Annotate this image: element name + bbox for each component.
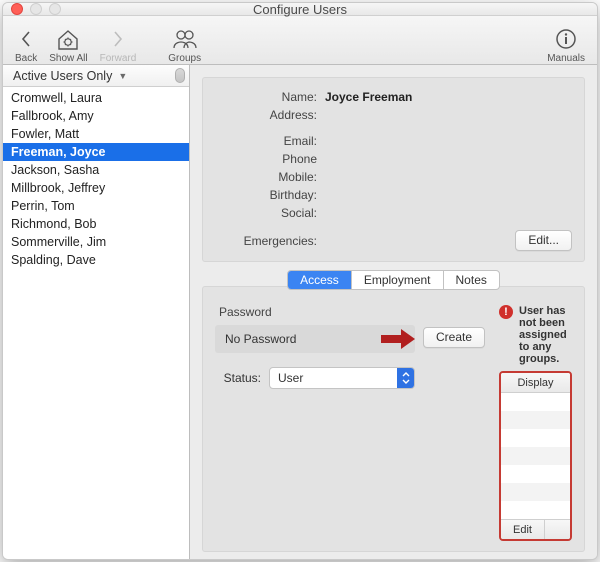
arrow-annotation bbox=[381, 329, 415, 349]
user-list-item[interactable]: Perrin, Tom bbox=[3, 197, 189, 215]
titlebar: Configure Users bbox=[3, 3, 597, 16]
social-label: Social: bbox=[215, 206, 325, 220]
groups-icon bbox=[171, 25, 199, 53]
list-item bbox=[501, 429, 570, 447]
user-list-item[interactable]: Fowler, Matt bbox=[3, 125, 189, 143]
edit-details-button[interactable]: Edit... bbox=[515, 230, 572, 251]
show-all-button[interactable]: Show All bbox=[43, 16, 93, 64]
tab-employment[interactable]: Employment bbox=[352, 271, 444, 289]
toolbar: Back Show All For bbox=[3, 16, 597, 65]
manuals-label: Manuals bbox=[547, 53, 585, 64]
chevron-right-icon bbox=[111, 25, 125, 53]
status-value: User bbox=[278, 371, 303, 385]
password-heading: Password bbox=[219, 305, 415, 319]
list-item bbox=[501, 465, 570, 483]
manuals-button[interactable]: Manuals bbox=[541, 16, 591, 64]
access-panel: Password No Password Status: User bbox=[202, 286, 585, 552]
user-list-item[interactable]: Spalding, Dave bbox=[3, 251, 189, 269]
edit-groups-button[interactable]: Edit bbox=[501, 520, 545, 539]
user-list-item[interactable]: Freeman, Joyce bbox=[3, 143, 189, 161]
window-title: Configure Users bbox=[3, 2, 597, 17]
list-item bbox=[501, 483, 570, 501]
updown-icon bbox=[397, 368, 414, 388]
info-icon bbox=[555, 25, 577, 53]
email-label: Email: bbox=[215, 134, 325, 148]
group-member-header: Display Group Member bbox=[501, 373, 570, 393]
birthday-label: Birthday: bbox=[215, 188, 325, 202]
group-warning: ! User has not been assigned to any grou… bbox=[499, 305, 572, 365]
name-value: Joyce Freeman bbox=[325, 90, 412, 104]
user-list-item[interactable]: Sommerville, Jim bbox=[3, 233, 189, 251]
emergencies-label: Emergencies: bbox=[215, 234, 325, 248]
user-list-item[interactable]: Fallbrook, Amy bbox=[3, 107, 189, 125]
list-item bbox=[501, 501, 570, 519]
group-member-box: Display Group Member Edit bbox=[499, 371, 572, 541]
content: Active Users Only ▼ Cromwell, LauraFallb… bbox=[3, 65, 597, 560]
show-all-label: Show All bbox=[49, 53, 87, 64]
user-list[interactable]: Cromwell, LauraFallbrook, AmyFowler, Mat… bbox=[3, 87, 189, 560]
status-label: Status: bbox=[215, 371, 261, 385]
back-button[interactable]: Back bbox=[9, 16, 43, 64]
user-info-box: Name:Joyce Freeman Address: Email: Phone… bbox=[202, 77, 585, 262]
name-label: Name: bbox=[215, 90, 325, 104]
group-member-footer: Edit bbox=[501, 519, 570, 539]
group-warning-text: User has not been assigned to any groups… bbox=[519, 305, 572, 365]
user-filter-label: Active Users Only bbox=[13, 69, 112, 83]
list-item bbox=[501, 393, 570, 411]
user-list-item[interactable]: Cromwell, Laura bbox=[3, 89, 189, 107]
window: Configure Users Back bbox=[2, 2, 598, 560]
user-filter-dropdown[interactable]: Active Users Only ▼ bbox=[3, 65, 189, 87]
user-list-item[interactable]: Jackson, Sasha bbox=[3, 161, 189, 179]
user-list-item[interactable]: Richmond, Bob bbox=[3, 215, 189, 233]
password-value: No Password bbox=[225, 332, 296, 346]
group-member-list[interactable] bbox=[501, 393, 570, 519]
status-select[interactable]: User bbox=[269, 367, 415, 389]
groups-button[interactable]: Groups bbox=[162, 16, 207, 64]
tab-access[interactable]: Access bbox=[288, 271, 352, 289]
chevron-down-icon: ▼ bbox=[118, 71, 127, 81]
list-item bbox=[501, 447, 570, 465]
tab-notes[interactable]: Notes bbox=[444, 271, 499, 289]
user-sidebar: Active Users Only ▼ Cromwell, LauraFallb… bbox=[3, 65, 190, 560]
address-label: Address: bbox=[215, 108, 325, 122]
chevron-left-icon bbox=[19, 25, 33, 53]
mobile-label: Mobile: bbox=[215, 170, 325, 184]
main-panel: Name:Joyce Freeman Address: Email: Phone… bbox=[190, 65, 597, 560]
create-password-button[interactable]: Create bbox=[423, 327, 485, 348]
access-right-column: ! User has not been assigned to any grou… bbox=[499, 305, 572, 541]
user-list-item[interactable]: Millbrook, Jeffrey bbox=[3, 179, 189, 197]
groups-label: Groups bbox=[168, 53, 201, 64]
home-gear-icon bbox=[55, 25, 81, 53]
list-item bbox=[501, 411, 570, 429]
section-tabs: Access Employment Notes bbox=[202, 270, 585, 290]
forward-button: Forward bbox=[94, 16, 143, 64]
back-label: Back bbox=[15, 53, 37, 64]
phone-label: Phone bbox=[215, 152, 325, 166]
forward-label: Forward bbox=[100, 53, 137, 64]
alert-icon: ! bbox=[499, 305, 513, 319]
